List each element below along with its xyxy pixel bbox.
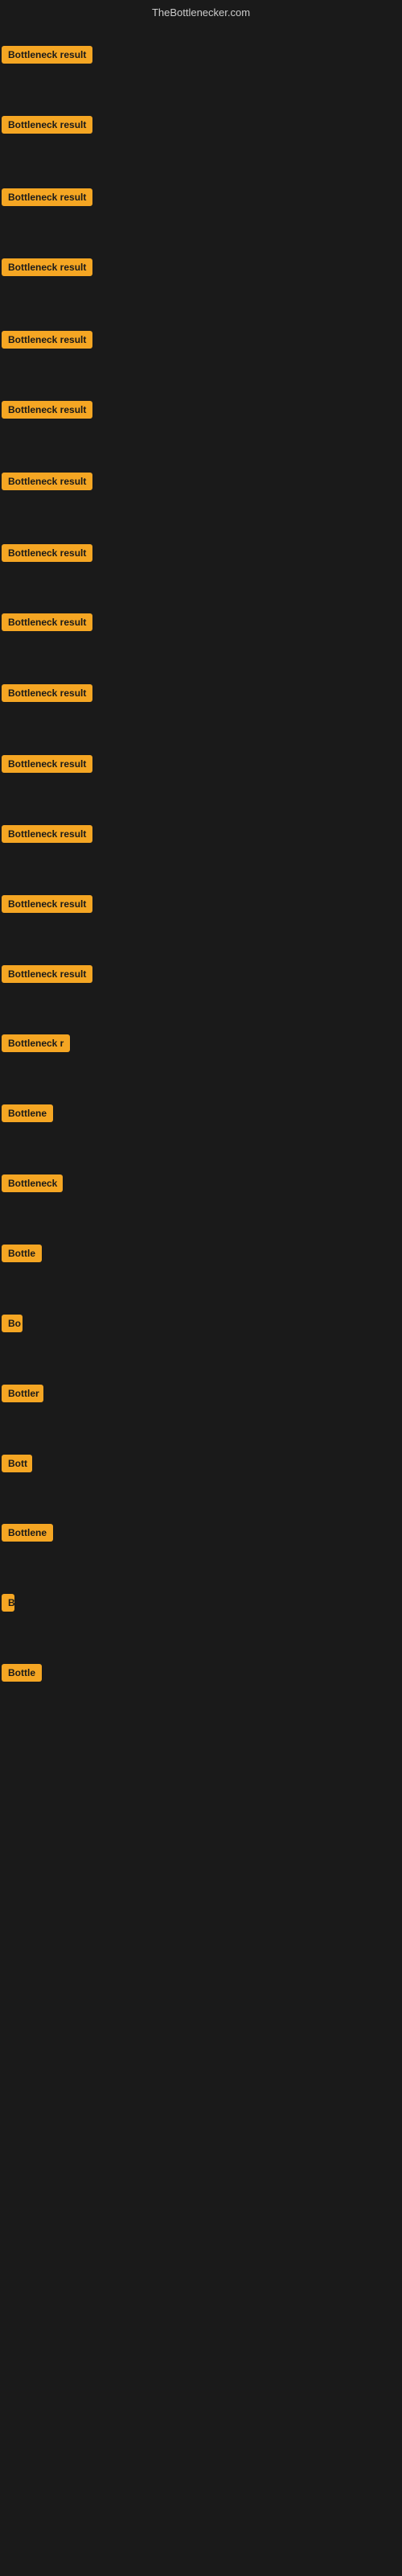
bottleneck-badge-row-17: Bottleneck	[2, 1174, 63, 1196]
site-header: TheBottlenecker.com	[0, 0, 402, 22]
bottleneck-badge[interactable]: Bottleneck result	[2, 258, 92, 276]
bottleneck-badge-row-6: Bottleneck result	[2, 401, 92, 423]
bottleneck-badge-row-4: Bottleneck result	[2, 258, 92, 280]
bottleneck-badge[interactable]: Bottlene	[2, 1524, 53, 1542]
bottleneck-badge-row-8: Bottleneck result	[2, 544, 92, 566]
bottleneck-badge[interactable]: Bottleneck result	[2, 473, 92, 490]
bottleneck-badge[interactable]: Bottleneck result	[2, 895, 92, 913]
bottleneck-badge[interactable]: Bottleneck result	[2, 401, 92, 419]
bottleneck-badge-row-9: Bottleneck result	[2, 613, 92, 635]
bottleneck-badge-row-18: Bottle	[2, 1245, 42, 1266]
bottleneck-badge-row-3: Bottleneck result	[2, 188, 92, 210]
bottleneck-badge[interactable]: Bottleneck result	[2, 544, 92, 562]
bottleneck-badge-row-22: Bottlene	[2, 1524, 53, 1546]
bottleneck-badge-row-12: Bottleneck result	[2, 825, 92, 847]
bottleneck-badge-row-15: Bottleneck r	[2, 1034, 70, 1056]
bottleneck-badge[interactable]: Bo	[2, 1315, 23, 1332]
bottleneck-badge-row-23: B	[2, 1594, 14, 1616]
bottleneck-badge[interactable]: Bottleneck r	[2, 1034, 70, 1052]
bottleneck-badge[interactable]: Bottleneck result	[2, 965, 92, 983]
bottleneck-badge-row-13: Bottleneck result	[2, 895, 92, 917]
bottleneck-badge-row-10: Bottleneck result	[2, 684, 92, 706]
bottleneck-badge[interactable]: Bottleneck result	[2, 188, 92, 206]
bottleneck-badge[interactable]: Bottleneck result	[2, 331, 92, 349]
bottleneck-badge[interactable]: Bottleneck result	[2, 613, 92, 631]
bottleneck-badge[interactable]: Bottleneck result	[2, 755, 92, 773]
bottleneck-badge-row-20: Bottler	[2, 1385, 43, 1406]
bottleneck-badge[interactable]: Bottleneck	[2, 1174, 63, 1192]
bottleneck-badge-row-16: Bottlene	[2, 1104, 53, 1126]
bottleneck-badge-row-5: Bottleneck result	[2, 331, 92, 353]
bottleneck-badge-row-19: Bo	[2, 1315, 23, 1336]
bottleneck-badge[interactable]: Bottleneck result	[2, 116, 92, 134]
bottleneck-badge-row-2: Bottleneck result	[2, 116, 92, 138]
bottleneck-badge[interactable]: Bottleneck result	[2, 825, 92, 843]
bottleneck-badge-row-7: Bottleneck result	[2, 473, 92, 494]
bottleneck-badge[interactable]: Bott	[2, 1455, 32, 1472]
bottleneck-badge[interactable]: Bottlene	[2, 1104, 53, 1122]
bottleneck-badge-row-21: Bott	[2, 1455, 32, 1476]
bottleneck-badge[interactable]: B	[2, 1594, 14, 1612]
bottleneck-badge[interactable]: Bottleneck result	[2, 46, 92, 64]
bottleneck-badge[interactable]: Bottle	[2, 1664, 42, 1682]
bottleneck-badge[interactable]: Bottleneck result	[2, 684, 92, 702]
bottleneck-badge-row-24: Bottle	[2, 1664, 42, 1686]
bottleneck-badge[interactable]: Bottle	[2, 1245, 42, 1262]
bottleneck-badge[interactable]: Bottler	[2, 1385, 43, 1402]
bottleneck-badge-row-1: Bottleneck result	[2, 46, 92, 68]
bottleneck-badge-row-14: Bottleneck result	[2, 965, 92, 987]
bottleneck-badge-row-11: Bottleneck result	[2, 755, 92, 777]
